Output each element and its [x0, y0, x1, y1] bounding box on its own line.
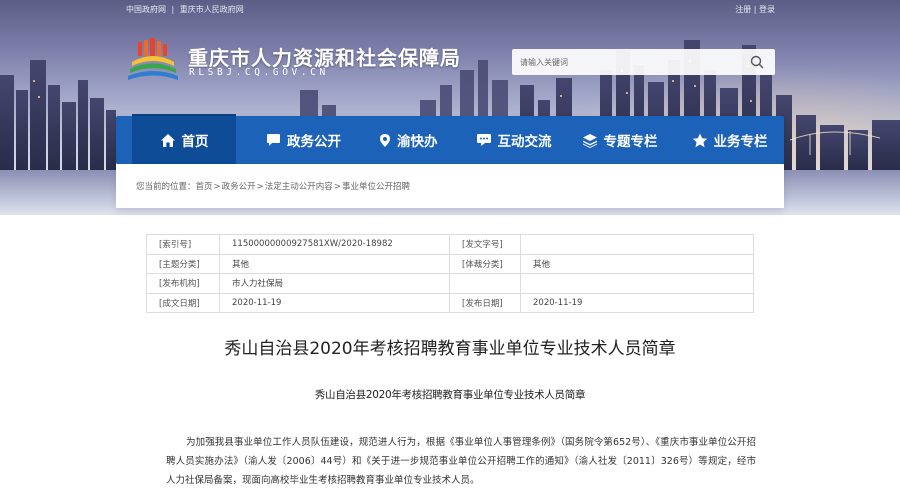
breadcrumb-recruitment[interactable]: 事业单位公开招聘	[342, 182, 410, 192]
meta-key-topic: [主题分类]	[146, 253, 220, 274]
meta-key-doc-number: [发文字号]	[449, 234, 521, 255]
article-paragraph: 为加强我县事业单位工作人员队伍建设，规范进人行为，根据《事业单位人事管理条例》（…	[166, 437, 756, 486]
nav-gov-affairs-label: 政务公开	[287, 134, 341, 150]
meta-empty-cell	[449, 273, 521, 294]
site-url: RLSBJ.CQ.GOV.CN	[189, 67, 329, 78]
nav-yukuaiban[interactable]: 渝快办	[379, 116, 438, 164]
meta-value-index: 11500000000927581XW/2020-18982	[219, 234, 450, 255]
cq-gov-link[interactable]: 重庆市人民政府网	[180, 5, 244, 14]
register-link[interactable]: 注册	[735, 5, 751, 14]
search-bar	[512, 49, 775, 75]
table-row: [主题分类] 其他 [体裁分类] 其他	[146, 253, 754, 274]
breadcrumb-separator: >	[333, 182, 341, 192]
meta-key-written-date: [成文日期]	[146, 292, 220, 313]
gov-cn-link[interactable]: 中国政府网	[126, 5, 166, 14]
top-links: 中国政府网 | 重庆市人民政府网	[126, 4, 247, 15]
account-links: 注册 | 登录	[735, 4, 775, 15]
meta-value-topic: 其他	[219, 253, 450, 274]
layers-icon	[582, 133, 598, 148]
breadcrumb-prefix: 您当前的位置：	[136, 182, 196, 192]
login-link[interactable]: 登录	[759, 5, 775, 14]
nav-business[interactable]: 业务专栏	[692, 116, 768, 164]
nav-business-label: 业务专栏	[713, 134, 768, 150]
meta-key-publish-date: [发布日期]	[449, 292, 521, 313]
main-nav: 首页 政务公开 渝快办 互动交流 专题专栏 业务专栏	[116, 114, 784, 164]
nav-home[interactable]: 首页	[132, 114, 236, 164]
account-divider: |	[753, 5, 757, 14]
breadcrumb-separator: >	[256, 182, 264, 192]
nav-interaction-label: 互动交流	[497, 134, 552, 150]
table-row: [发布机构] 市人力社保局	[146, 273, 754, 294]
meta-key-index: [索引号]	[146, 234, 220, 255]
search-button[interactable]	[739, 49, 775, 75]
search-input[interactable]	[512, 49, 739, 75]
nav-gov-affairs[interactable]: 政务公开	[266, 116, 341, 164]
comment-icon	[476, 133, 492, 147]
breadcrumb-disclosure[interactable]: 法定主动公开内容	[265, 182, 333, 192]
document-meta-table: [索引号] 11500000000927581XW/2020-18982 [发文…	[146, 234, 754, 313]
breadcrumb-card: 您当前的位置：首页>政务公开>法定主动公开内容>事业单位公开招聘	[116, 164, 784, 208]
meta-value-written-date: 2020-11-19	[219, 292, 450, 313]
table-row: [成文日期] 2020-11-19 [发布日期] 2020-11-19	[146, 292, 754, 313]
article-title: 秀山自治县2020年考核招聘教育事业单位专业技术人员简章	[224, 339, 676, 359]
breadcrumb-gov-affairs[interactable]: 政务公开	[222, 182, 256, 192]
chat-icon	[266, 133, 281, 147]
search-icon	[750, 55, 764, 69]
breadcrumb: 您当前的位置：首页>政务公开>法定主动公开内容>事业单位公开招聘	[136, 180, 410, 192]
breadcrumb-separator: >	[213, 182, 221, 192]
nav-yukuaiban-label: 渝快办	[397, 134, 438, 150]
top-divider: |	[171, 5, 175, 14]
meta-key-genre: [体裁分类]	[449, 253, 521, 274]
nav-special-topics[interactable]: 专题专栏	[582, 116, 658, 164]
nav-home-label: 首页	[181, 134, 209, 150]
breadcrumb-home[interactable]: 首页	[196, 182, 213, 192]
meta-value-publish-date: 2020-11-19	[520, 292, 754, 313]
article-subtitle: 秀山自治县2020年考核招聘教育事业单位专业技术人员简章	[314, 389, 586, 401]
meta-value-doc-number	[520, 234, 754, 255]
meta-empty-cell	[520, 273, 754, 294]
meta-value-publisher: 市人力社保局	[219, 273, 450, 294]
table-row: [索引号] 11500000000927581XW/2020-18982 [发文…	[146, 234, 754, 255]
star-icon	[692, 133, 708, 148]
meta-value-genre: 其他	[520, 253, 754, 274]
site-logo-icon[interactable]	[126, 38, 180, 80]
pin-icon	[379, 133, 391, 148]
nav-interaction[interactable]: 互动交流	[476, 116, 552, 164]
home-icon	[160, 133, 176, 148]
meta-key-publisher: [发布机构]	[146, 273, 220, 294]
nav-special-topics-label: 专题专栏	[603, 134, 658, 150]
